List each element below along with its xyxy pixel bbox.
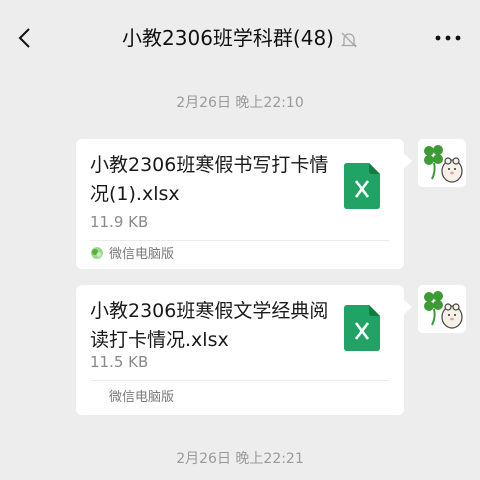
- wechat-pc-icon: [91, 247, 103, 259]
- bubble-divider: [90, 380, 390, 381]
- chat-title: 小教2306班学科群(48): [122, 26, 334, 50]
- file-size: 11.9 KB: [90, 213, 149, 231]
- timestamp: 2月26日 晚上22:21: [176, 451, 304, 467]
- file-message-bubble[interactable]: 小教2306班寒假书写打卡情况(1).xlsx 11.9 KB 微信电脑版: [76, 139, 412, 269]
- file-source: 微信电脑版: [90, 389, 174, 407]
- file-size: 11.5 KB: [90, 353, 149, 371]
- excel-file-icon: [344, 305, 380, 351]
- chat-title-wrap: 小教2306班学科群(48): [0, 24, 480, 52]
- source-label: 微信电脑版: [109, 247, 175, 262]
- file-source: 微信电脑版: [90, 246, 174, 264]
- file-name: 小教2306班寒假文学经典阅读打卡情况.xlsx: [90, 300, 329, 351]
- clover-bear-avatar-icon: [418, 139, 466, 187]
- bubble-divider: [90, 240, 390, 241]
- excel-file-icon: [344, 163, 380, 209]
- avatar[interactable]: [418, 139, 466, 187]
- clover-bear-avatar-icon: [418, 285, 466, 333]
- timestamp: 2月26日 晚上22:10: [176, 95, 304, 111]
- avatar[interactable]: [418, 285, 466, 333]
- source-label: 微信电脑版: [109, 390, 175, 405]
- chat-header: 小教2306班学科群(48): [0, 0, 480, 76]
- file-message-bubble[interactable]: 小教2306班寒假文学经典阅读打卡情况.xlsx 11.5 KB 微信电脑版: [76, 285, 412, 415]
- bell-off-icon: [340, 32, 358, 47]
- file-name: 小教2306班寒假书写打卡情况(1).xlsx: [90, 154, 329, 205]
- more-dots-icon[interactable]: [434, 34, 462, 42]
